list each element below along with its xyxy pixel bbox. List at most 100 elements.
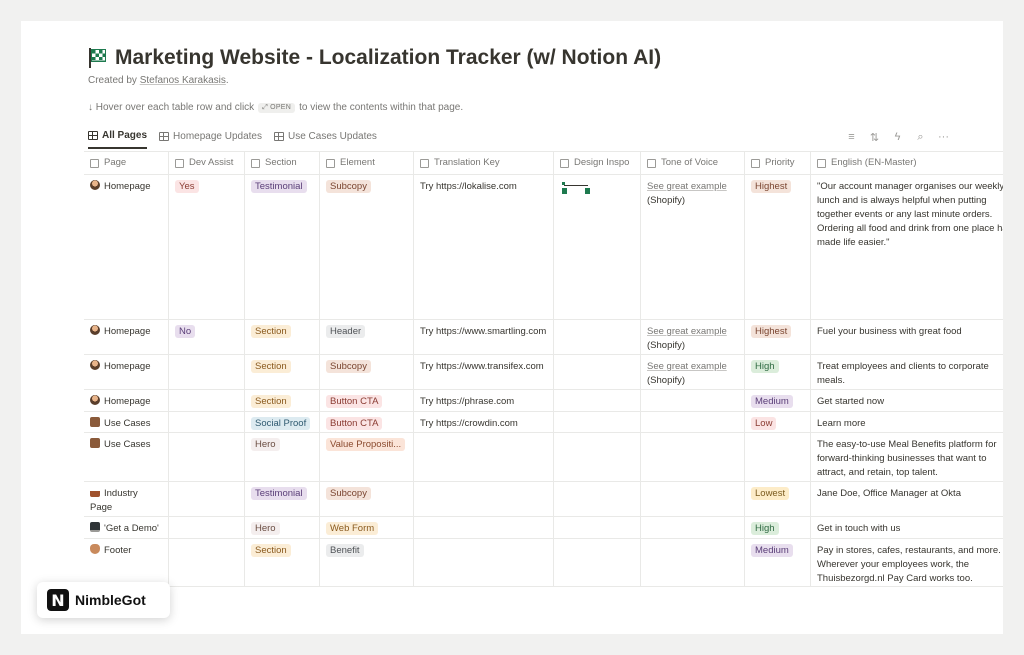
cell-tone-of-voice[interactable] — [641, 517, 745, 538]
header-tone-of-voice[interactable]: Tone of Voice — [641, 152, 745, 174]
cell-design-inspo[interactable] — [554, 539, 641, 586]
author-link[interactable]: Stefanos Karakasis — [140, 75, 226, 86]
cell-section[interactable]: Section — [245, 355, 320, 389]
cell-dev-assist[interactable] — [169, 539, 245, 586]
cell-english[interactable]: Pay in stores, cafes, restaurants, and m… — [811, 539, 1003, 586]
cell-page[interactable]: Industry Page — [84, 482, 169, 516]
cell-tone-of-voice[interactable] — [641, 412, 745, 432]
cell-section[interactable]: Hero — [245, 433, 320, 481]
cell-page[interactable]: Homepage — [84, 320, 169, 354]
tone-example-link[interactable]: See great example — [647, 326, 727, 337]
cell-english[interactable]: Get started now — [811, 390, 1003, 411]
header-section[interactable]: Section — [245, 152, 320, 174]
filter-icon[interactable]: ≡ — [845, 131, 858, 144]
cell-element[interactable]: Web Form — [320, 517, 414, 538]
cell-english[interactable]: The easy-to-use Meal Benefits platform f… — [811, 433, 1003, 481]
cell-design-inspo[interactable] — [554, 175, 641, 319]
cell-translation-key[interactable]: Try https://www.transifex.com — [414, 355, 554, 389]
cell-section[interactable]: Section — [245, 390, 320, 411]
cell-page[interactable]: Use Cases — [84, 412, 169, 432]
tone-example-link[interactable]: See great example — [647, 361, 727, 372]
cell-tone-of-voice[interactable]: See great example (Shopify) — [641, 320, 745, 354]
cell-tone-of-voice[interactable] — [641, 433, 745, 481]
table-row[interactable]: 'Get a Demo' Hero Web Form High Get in t… — [84, 517, 1003, 539]
cell-design-inspo[interactable] — [554, 355, 641, 389]
table-row[interactable]: Homepage Yes Testimonial Subcopy Try htt… — [84, 175, 1003, 320]
cell-page[interactable]: Homepage — [84, 355, 169, 389]
cell-priority[interactable]: Lowest — [745, 482, 811, 516]
cell-priority[interactable]: High — [745, 517, 811, 538]
cell-page[interactable]: Use Cases — [84, 433, 169, 481]
cell-translation-key[interactable]: Try https://phrase.com — [414, 390, 554, 411]
cell-design-inspo[interactable] — [554, 433, 641, 481]
table-row[interactable]: Use Cases Hero Value Propositi... The ea… — [84, 433, 1003, 482]
table-row[interactable]: Homepage No Section Header Try https://w… — [84, 320, 1003, 355]
cell-page[interactable]: 'Get a Demo' — [84, 517, 169, 538]
header-english[interactable]: English (EN-Master) — [811, 152, 1003, 174]
cell-priority[interactable]: Highest — [745, 175, 811, 319]
cell-priority[interactable]: Highest — [745, 320, 811, 354]
cell-section[interactable]: Section — [245, 539, 320, 586]
cell-english[interactable]: Jane Doe, Office Manager at Okta — [811, 482, 1003, 516]
cell-element[interactable]: Subcopy — [320, 355, 414, 389]
cell-tone-of-voice[interactable] — [641, 482, 745, 516]
header-element[interactable]: Element — [320, 152, 414, 174]
cell-dev-assist[interactable] — [169, 390, 245, 411]
cell-dev-assist[interactable]: No — [169, 320, 245, 354]
cell-element[interactable]: Button CTA — [320, 412, 414, 432]
cell-element[interactable]: Header — [320, 320, 414, 354]
cell-dev-assist[interactable] — [169, 433, 245, 481]
cell-priority[interactable]: Low — [745, 412, 811, 432]
cell-priority[interactable]: High — [745, 355, 811, 389]
cell-element[interactable]: Subcopy — [320, 175, 414, 319]
more-icon[interactable]: ··· — [937, 131, 950, 144]
cell-priority[interactable]: Medium — [745, 390, 811, 411]
sort-icon[interactable]: ⇅ — [868, 131, 881, 144]
table-row[interactable]: Homepage Section Button CTA Try https://… — [84, 390, 1003, 412]
table-row[interactable]: Use Cases Social Proof Button CTA Try ht… — [84, 412, 1003, 433]
automation-icon[interactable]: ϟ — [891, 131, 904, 144]
cell-dev-assist[interactable]: Yes — [169, 175, 245, 319]
cell-element[interactable]: Button CTA — [320, 390, 414, 411]
cell-tone-of-voice[interactable] — [641, 390, 745, 411]
header-dev-assist[interactable]: Dev Assist — [169, 152, 245, 174]
cell-translation-key[interactable]: Try https://lokalise.com — [414, 175, 554, 319]
cell-translation-key[interactable]: Try https://www.smartling.com — [414, 320, 554, 354]
cell-design-inspo[interactable] — [554, 482, 641, 516]
cell-english[interactable]: Fuel your business with great food — [811, 320, 1003, 354]
cell-tone-of-voice[interactable]: See great example (Shopify) — [641, 175, 745, 319]
cell-translation-key[interactable]: Try https://crowdin.com — [414, 412, 554, 432]
header-page[interactable]: Page — [84, 152, 169, 174]
cell-section[interactable]: Section — [245, 320, 320, 354]
cell-design-inspo[interactable] — [554, 517, 641, 538]
cell-dev-assist[interactable] — [169, 412, 245, 432]
cell-tone-of-voice[interactable]: See great example (Shopify) — [641, 355, 745, 389]
header-translation-key[interactable]: Translation Key — [414, 152, 554, 174]
header-priority[interactable]: Priority — [745, 152, 811, 174]
cell-english[interactable]: "Our account manager organises our weekl… — [811, 175, 1003, 319]
cell-section[interactable]: Testimonial — [245, 482, 320, 516]
cell-section[interactable]: Social Proof — [245, 412, 320, 432]
cell-translation-key[interactable] — [414, 539, 554, 586]
design-thumbnail[interactable] — [560, 182, 592, 196]
cell-design-inspo[interactable] — [554, 412, 641, 432]
cell-english[interactable]: Get in touch with us — [811, 517, 1003, 538]
cell-dev-assist[interactable] — [169, 517, 245, 538]
cell-section[interactable]: Hero — [245, 517, 320, 538]
cell-element[interactable]: Subcopy — [320, 482, 414, 516]
cell-dev-assist[interactable] — [169, 482, 245, 516]
table-row[interactable]: Homepage Section Subcopy Try https://www… — [84, 355, 1003, 390]
cell-section[interactable]: Testimonial — [245, 175, 320, 319]
cell-translation-key[interactable] — [414, 433, 554, 481]
cell-element[interactable]: Value Propositi... — [320, 433, 414, 481]
tone-example-link[interactable]: See great example — [647, 181, 727, 192]
cell-english[interactable]: Learn more — [811, 412, 1003, 432]
cell-page[interactable]: Footer — [84, 539, 169, 586]
cell-dev-assist[interactable] — [169, 355, 245, 389]
cell-page[interactable]: Homepage — [84, 175, 169, 319]
cell-translation-key[interactable] — [414, 482, 554, 516]
cell-design-inspo[interactable] — [554, 390, 641, 411]
table-row[interactable]: Industry Page Testimonial Subcopy Lowest… — [84, 482, 1003, 517]
tab-all-pages[interactable]: All Pages — [88, 130, 148, 149]
cell-english[interactable]: Treat employees and clients to corporate… — [811, 355, 1003, 389]
